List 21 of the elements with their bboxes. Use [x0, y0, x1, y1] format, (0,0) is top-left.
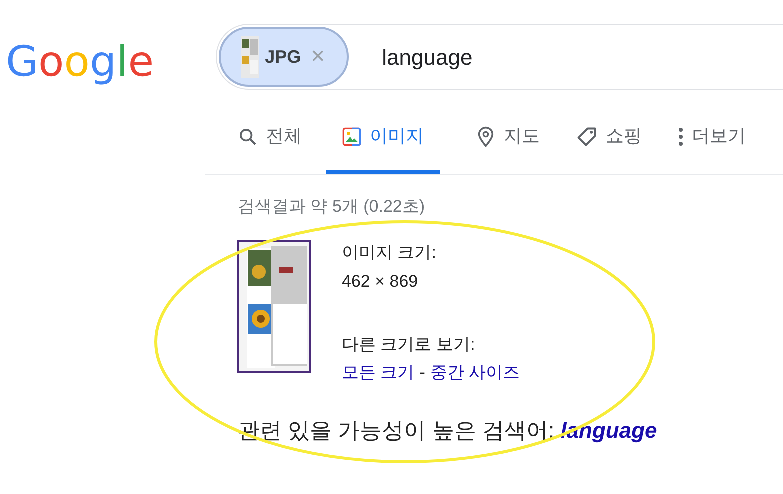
tab[interactable]: 더보기 [678, 111, 746, 174]
tag-icon [576, 126, 598, 148]
search-input[interactable]: language [382, 40, 783, 74]
tab[interactable]: 전체 [238, 111, 302, 174]
map-pin-icon [476, 126, 496, 148]
medium-size-link[interactable]: 중간 사이즈 [430, 360, 520, 386]
separator: - [420, 362, 426, 384]
chip-label: JPG [265, 46, 302, 68]
image-icon [342, 126, 362, 146]
google-logo[interactable]: Google [4, 34, 156, 90]
search-icon [238, 126, 258, 146]
all-sizes-link[interactable]: 모든 크기 [342, 360, 415, 386]
tab[interactable]: 쇼핑 [576, 111, 642, 174]
result-stats: 검색결과 약 5개 (0.22초) [238, 196, 426, 218]
image-size-value: 462 × 869 [342, 271, 420, 293]
image-chip[interactable]: JPG × [219, 27, 350, 87]
image-size-label: 이미지 크기: [342, 242, 438, 264]
more-dots-icon [678, 126, 684, 146]
tab[interactable]: 지도 [476, 111, 540, 174]
search-field[interactable]: JPG × language [216, 24, 783, 90]
other-sizes-label: 다른 크기로 보기: [342, 334, 476, 356]
